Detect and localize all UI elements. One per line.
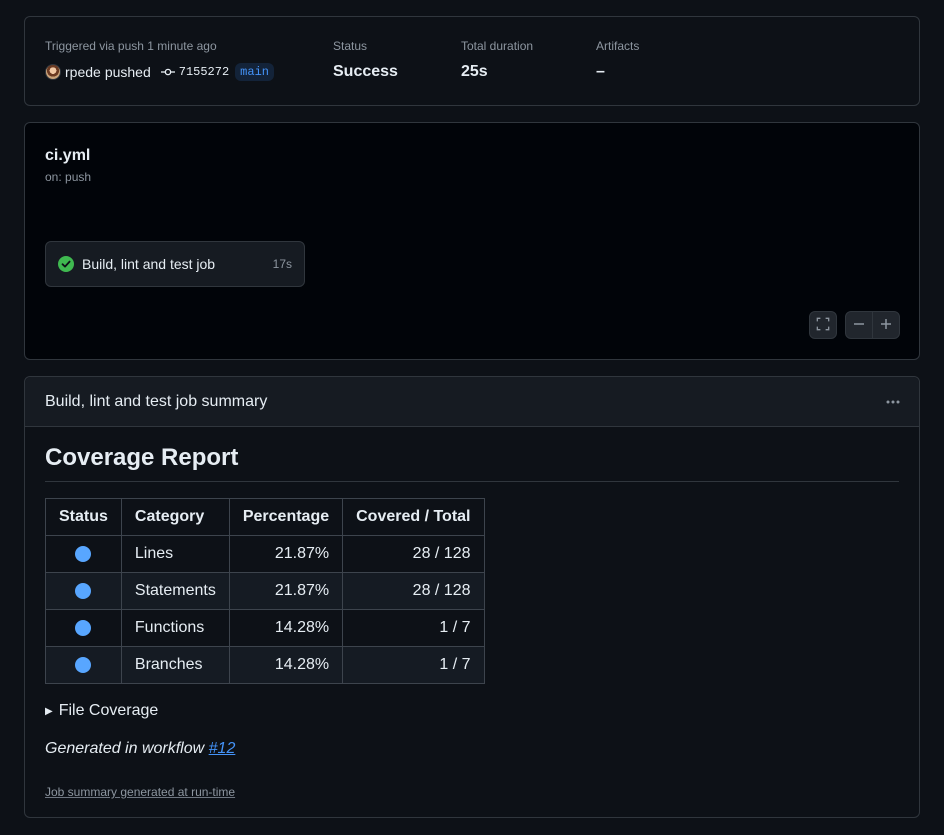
header-status: Status — [45, 498, 122, 536]
workflow-run-link[interactable]: #12 — [209, 740, 236, 757]
trigger-info: Triggered via push 1 minute ago rpede pu… — [45, 38, 274, 82]
artifacts-value: – — [596, 63, 605, 80]
status-label: Status — [333, 39, 368, 53]
caret-right-icon: ▶ — [45, 705, 53, 717]
zoom-in-button[interactable] — [872, 311, 900, 339]
avatar[interactable] — [45, 64, 61, 80]
status-cell — [45, 646, 122, 684]
git-commit-icon — [160, 65, 175, 79]
percentage-cell: 21.87% — [228, 572, 344, 610]
covered-total-cell: 1 / 7 — [342, 609, 485, 647]
check-circle-icon — [58, 256, 74, 272]
job-duration: 17s — [272, 257, 292, 271]
kebab-horizontal-icon[interactable] — [881, 390, 905, 414]
action-text: pushed — [104, 64, 151, 80]
status-value: Success — [333, 63, 398, 80]
file-coverage-label: File Coverage — [58, 702, 159, 719]
table-row: Lines 21.87% 28 / 128 — [45, 535, 485, 573]
actor-link[interactable]: rpede — [65, 64, 101, 80]
covered-total-cell: 28 / 128 — [342, 572, 485, 610]
status-dot-icon — [75, 656, 92, 673]
status-dot-icon — [75, 545, 92, 562]
file-coverage-toggle[interactable]: ▶ File Coverage — [45, 702, 899, 720]
percentage-cell: 14.28% — [228, 609, 344, 647]
job-summary-header: Build, lint and test job summary — [25, 377, 919, 427]
category-cell: Functions — [120, 609, 230, 647]
status-dot-icon — [75, 619, 92, 636]
artifacts-label: Artifacts — [596, 39, 640, 53]
duration-value: 25s — [461, 63, 488, 80]
table-row: Functions 14.28% 1 / 7 — [45, 609, 485, 647]
table-header-row: Status Category Percentage Covered / Tot… — [45, 498, 485, 536]
percentage-cell: 14.28% — [228, 646, 344, 684]
status-cell — [45, 535, 122, 573]
plus-icon — [880, 317, 892, 333]
job-summary-card: Build, lint and test job summary Coverag… — [24, 376, 920, 818]
covered-total-cell: 1 / 7 — [342, 646, 485, 684]
covered-total-cell: 28 / 128 — [342, 535, 485, 573]
artifacts-block: Artifacts – — [596, 38, 639, 82]
category-cell: Lines — [120, 535, 230, 573]
minus-icon — [853, 317, 865, 333]
workflow-graph: ci.yml on: push Build, lint and test job… — [24, 122, 920, 360]
table-row: Branches 14.28% 1 / 7 — [45, 646, 485, 684]
zoom-out-button[interactable] — [845, 311, 873, 339]
category-cell: Branches — [120, 646, 230, 684]
status-dot-icon — [75, 582, 92, 599]
status-cell — [45, 572, 122, 610]
category-cell: Statements — [120, 572, 230, 610]
coverage-table: Status Category Percentage Covered / Tot… — [45, 498, 485, 684]
workflow-file-name: ci.yml — [45, 147, 91, 164]
generated-note: Generated in workflow #12 — [45, 740, 899, 758]
duration-label: Total duration — [461, 39, 534, 53]
header-covered-total: Covered / Total — [342, 498, 485, 536]
trigger-row: rpede pushed 7155272 main — [45, 62, 274, 82]
commit-sha-link[interactable]: 7155272 — [179, 65, 229, 79]
status-cell — [45, 609, 122, 647]
percentage-cell: 21.87% — [228, 535, 344, 573]
job-summary-title: Build, lint and test job summary — [45, 392, 268, 410]
header-percentage: Percentage — [228, 498, 344, 536]
job-node[interactable]: Build, lint and test job 17s — [45, 241, 305, 287]
job-summary-body: Coverage Report Status Category Percenta… — [25, 427, 919, 758]
trigger-label: Triggered via push 1 minute ago — [45, 39, 217, 53]
branch-label[interactable]: main — [235, 63, 274, 81]
run-summary-card: Triggered via push 1 minute ago rpede pu… — [24, 16, 920, 106]
coverage-report-title: Coverage Report — [45, 441, 899, 482]
duration-block: Total duration 25s — [461, 38, 533, 82]
status-block: Status Success — [333, 38, 398, 82]
job-name: Build, lint and test job — [82, 256, 216, 272]
fullscreen-button[interactable] — [809, 311, 837, 339]
job-summary-footnote-link[interactable]: Job summary generated at run-time — [45, 785, 235, 799]
workflow-trigger: on: push — [45, 170, 92, 184]
generated-prefix: Generated in workflow — [45, 740, 209, 757]
fullscreen-icon — [816, 317, 830, 334]
header-category: Category — [120, 498, 230, 536]
table-row: Statements 21.87% 28 / 128 — [45, 572, 485, 610]
